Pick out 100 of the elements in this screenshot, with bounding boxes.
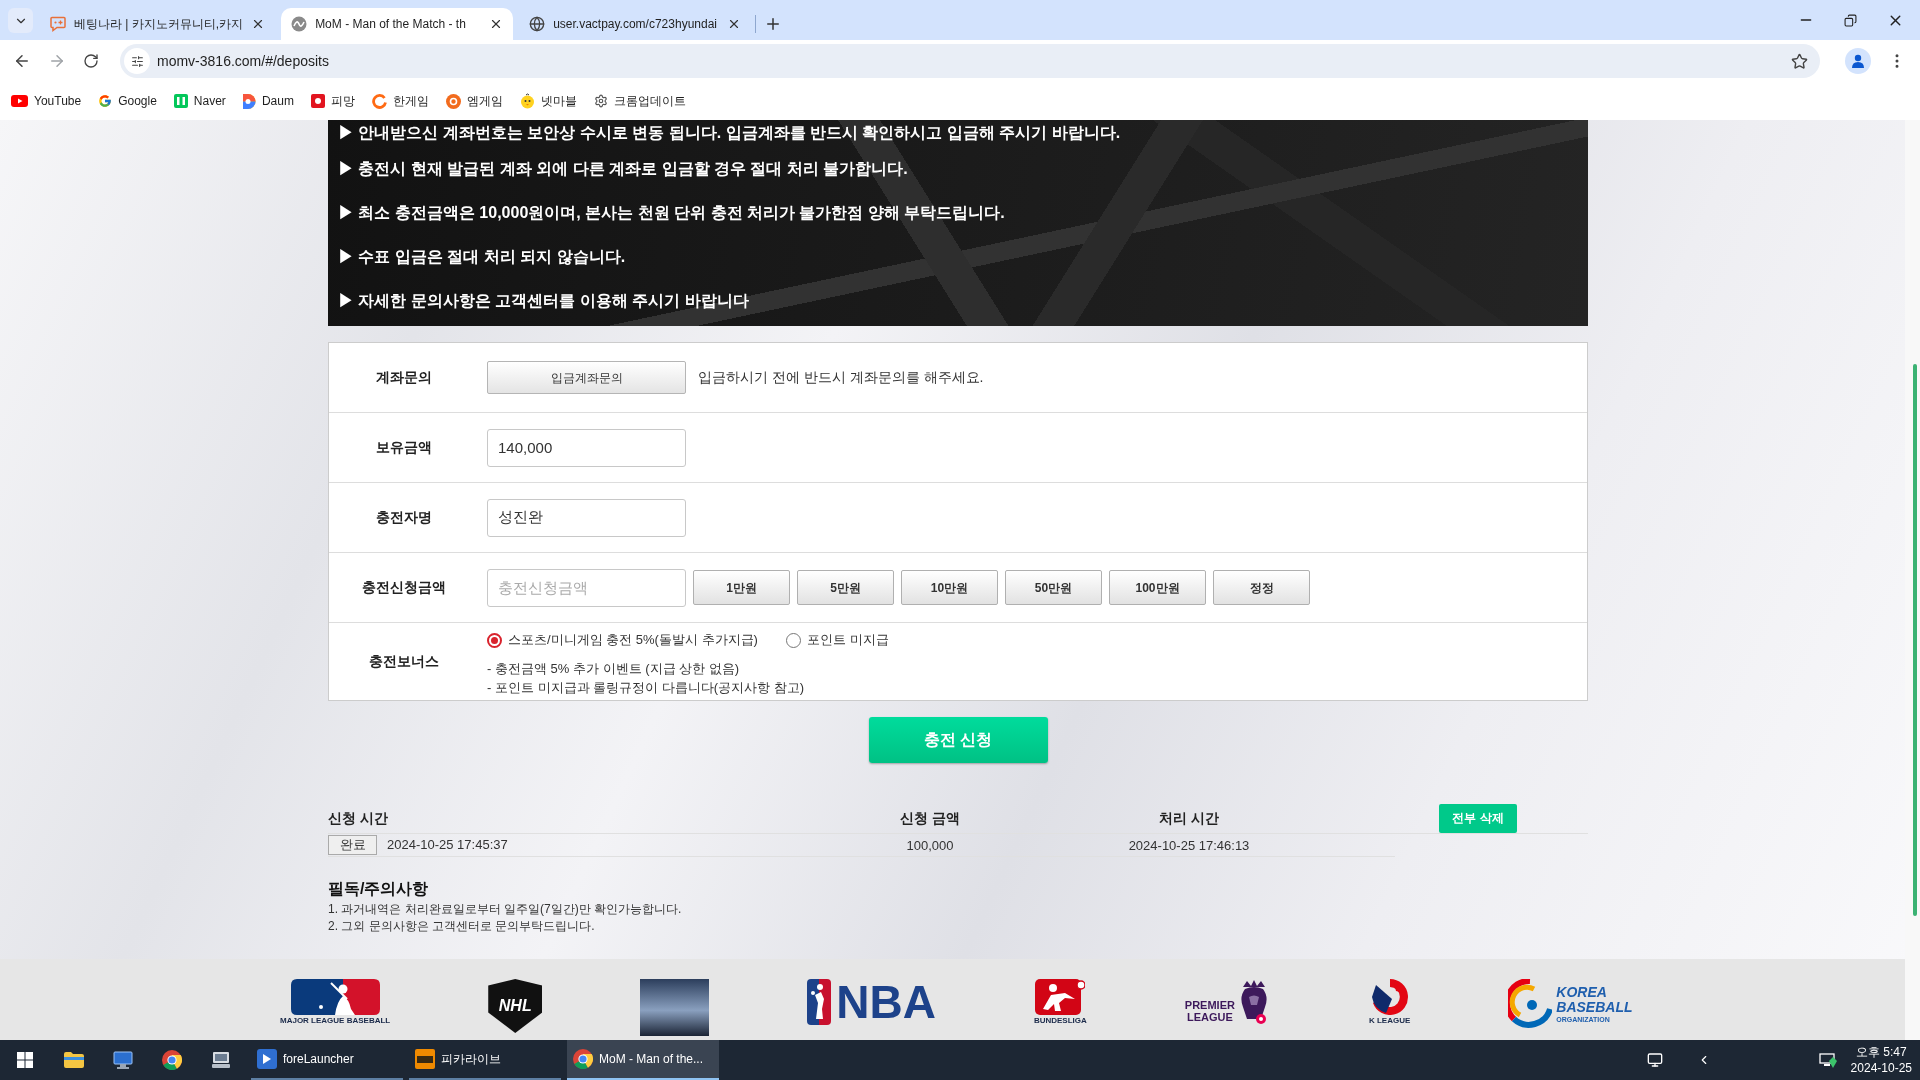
restore-icon[interactable] xyxy=(1844,13,1857,27)
clock-time: 오후 5:47 xyxy=(1855,1044,1907,1060)
shield-logo: NHL xyxy=(488,979,543,1033)
taskbar-app-button[interactable]: MoM - Man of the... xyxy=(567,1040,719,1080)
notice-line: ▶ 충전시 현재 발급된 계좌 외에 다른 계좌로 입금할 경우 절대 처리 불가합니다. xyxy=(338,159,909,179)
taskbar-app-button[interactable]: 피카라이브 xyxy=(409,1040,561,1080)
bookmark-link[interactable]: 크롬업데이트 xyxy=(593,92,686,110)
notice-item: 1. 과거내역은 처리완료일로부터 일주일(7일간)만 확인가능합니다. xyxy=(328,901,683,918)
swoosh-emblem-icon xyxy=(1369,979,1410,1015)
radio-button[interactable] xyxy=(785,632,801,648)
notice-line: ▶ 자세한 문의사항은 고객센터를 이용해 주시기 바랍니다 xyxy=(338,291,750,311)
bookmark-link[interactable]: YouTube xyxy=(11,92,82,110)
taskbar-app-button[interactable]: foreLauncher xyxy=(251,1040,403,1080)
round-badge-icon xyxy=(445,93,461,109)
swirl-emblem-icon xyxy=(1508,979,1553,1029)
radio-button[interactable] xyxy=(487,632,502,648)
bookmark-link[interactable]: 넷마블 xyxy=(519,92,577,110)
field-label: 보유금액 xyxy=(376,438,432,457)
app-tile-icon xyxy=(173,94,188,108)
folder-icon[interactable] xyxy=(63,1052,84,1068)
status-badge: 완료 xyxy=(328,835,377,855)
player-tile-icon xyxy=(1035,979,1086,1015)
site-settings-button[interactable] xyxy=(124,48,150,74)
logo-wordmark: LEAGUE xyxy=(1186,1011,1233,1023)
field-label: 충전신청금액 xyxy=(362,578,446,597)
tab-list-button[interactable] xyxy=(8,8,33,33)
globe-icon xyxy=(529,16,546,32)
batter-emblem-icon xyxy=(290,979,380,1015)
column-header: 처리 시간 xyxy=(1159,810,1219,826)
app-tile-icon xyxy=(310,94,325,108)
field-label: 충전보너스 xyxy=(369,652,439,671)
bookmark-link[interactable]: 피망 xyxy=(310,92,355,110)
person-icon xyxy=(1851,54,1865,68)
computer-icon[interactable] xyxy=(210,1051,231,1069)
bookmark-link[interactable]: Google xyxy=(98,92,157,110)
video-play-icon xyxy=(11,95,28,107)
bookmark-link[interactable]: Daum xyxy=(242,92,294,110)
logo-wordmark: BASEBALL xyxy=(1556,999,1633,1015)
account-inquiry-button[interactable]: 입금계좌문의 xyxy=(487,361,686,394)
bonus-note: - 포인트 미지급과 롤링규정이 다릅니다(공지사항 참고) xyxy=(487,679,806,697)
amount-button[interactable]: 50만원 xyxy=(1005,570,1102,605)
bookmark-link[interactable]: Naver xyxy=(173,92,226,110)
display-icon[interactable] xyxy=(1646,1052,1663,1068)
browser-tab[interactable]: 베팅나라 | 카지노커뮤니티,카지 xyxy=(40,8,276,40)
notice-line: ▶ 안내받으신 계좌번호는 보안상 수시로 변동 됩니다. 입금계좌를 반드시 확인하시고 입금해 주시기 바랍니다. xyxy=(338,123,1122,143)
amount-button[interactable]: 5만원 xyxy=(797,570,894,605)
network-icon[interactable] xyxy=(1818,1052,1837,1068)
bookmark-link[interactable]: 한게임 xyxy=(371,92,429,110)
logo-wordmark: NBA xyxy=(836,979,936,1025)
logo-wordmark: PREMIER xyxy=(1184,999,1235,1011)
field-label: 충전자명 xyxy=(376,508,432,527)
table-cell: 2024-10-25 17:46:13 xyxy=(1128,838,1250,853)
settings-icon xyxy=(593,94,608,108)
photo-placeholder xyxy=(640,979,710,1036)
amount-button[interactable]: 정정 xyxy=(1213,570,1310,605)
player-silhouette-icon xyxy=(807,979,832,1025)
hint-text: 입금하시기 전에 반드시 계좌문의를 해주세요. xyxy=(698,368,984,387)
notice-line: ▶ 수표 입금은 절대 처리 되지 않습니다. xyxy=(338,247,627,267)
app-tile-icon xyxy=(415,1049,435,1069)
ring-arc-icon xyxy=(371,93,387,109)
amount-input-field[interactable]: 충전신청금액 xyxy=(487,568,686,607)
table-cell-text: 2024-10-25 17:45:37 xyxy=(387,836,508,855)
logo-caption: BUNDESLIGA xyxy=(1033,1016,1087,1026)
address-bar[interactable]: momv-3816.com/#/deposits xyxy=(120,44,1820,78)
site-logo-icon xyxy=(291,16,308,32)
notice-item: 2. 그외 문의사항은 고객센터로 문의부탁드립니다. xyxy=(328,918,596,935)
bookmark-link[interactable]: 엠게임 xyxy=(445,92,503,110)
browser-tab[interactable]: user.vactpay.com/c723hyundai xyxy=(519,8,752,40)
input-field[interactable]: 성진완 xyxy=(487,498,686,537)
back-icon[interactable] xyxy=(13,52,31,70)
input-field[interactable]: 140,000 xyxy=(487,428,686,467)
app-tile-icon xyxy=(257,1049,277,1069)
column-header: 신청 시간 xyxy=(328,810,388,826)
profile-button[interactable] xyxy=(1845,48,1871,74)
table-cell: 100,000 xyxy=(906,838,954,853)
monitor-app-icon[interactable] xyxy=(112,1051,133,1069)
amount-button[interactable]: 100만원 xyxy=(1109,570,1206,605)
logo-caption: K LEAGUE xyxy=(1368,1016,1411,1026)
browser-tab[interactable]: MoM - Man of the Match - th xyxy=(281,8,514,40)
amount-button[interactable]: 1만원 xyxy=(693,570,790,605)
chick-icon xyxy=(519,93,535,109)
bookmark-star-icon[interactable] xyxy=(1791,52,1808,70)
scrollbar-thumb[interactable] xyxy=(1913,364,1917,916)
logo-wordmark: KOREA xyxy=(1556,984,1608,1000)
amount-button[interactable]: 10만원 xyxy=(901,570,998,605)
option-label: 스포츠/미니게임 충전 5%(돌발시 추가지급) xyxy=(508,631,758,650)
letter-g-icon xyxy=(98,94,113,108)
clock-date: 2024-10-25 xyxy=(1850,1060,1912,1076)
column-header: 신청 금액 xyxy=(900,810,960,826)
sliders-icon xyxy=(130,54,144,68)
option-label: 포인트 미지급 xyxy=(806,631,889,650)
notices-title: 필독/주의사항 xyxy=(328,879,430,899)
bonus-note: - 충전금액 5% 추가 이벤트 (지급 상한 없음) xyxy=(487,660,741,678)
logo-caption: MAJOR LEAGUE BASEBALL xyxy=(280,1016,391,1026)
reload-icon[interactable] xyxy=(83,53,99,69)
start-menu-icon[interactable] xyxy=(16,1052,33,1068)
browser-icon xyxy=(573,1049,593,1069)
notice-line: ▶ 최소 충전금액은 10,000원이며, 본사는 천원 단위 충전 처리가 불가한점 양해 부탁드립니다. xyxy=(338,203,1006,223)
field-label: 계좌문의 xyxy=(376,368,432,387)
browser-icon[interactable] xyxy=(161,1050,182,1070)
